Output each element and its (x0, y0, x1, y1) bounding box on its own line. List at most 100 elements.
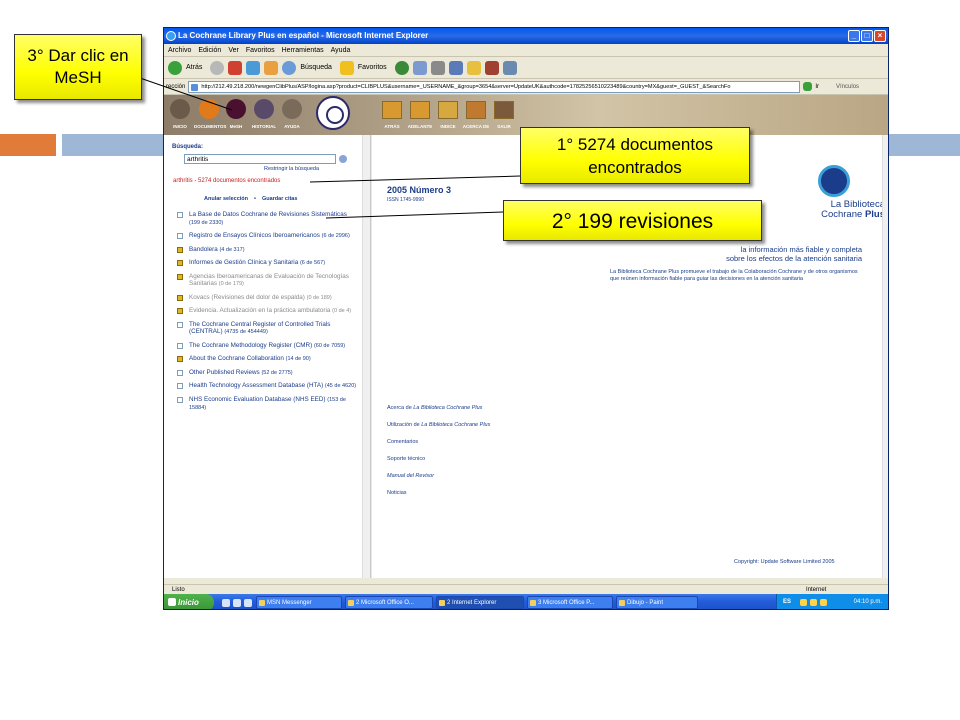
database-label[interactable]: About the Cochrane Collaboration (14 de … (189, 355, 311, 364)
home-icon[interactable] (264, 60, 279, 75)
database-name[interactable]: Informes de Gestión Clínica y Sanitaria (189, 259, 298, 266)
search-input[interactable]: arthritis (184, 154, 336, 164)
database-item[interactable]: Agencias Iberoamericanas de Evaluación d… (177, 273, 357, 289)
support-link[interactable]: Soporte técnico (387, 456, 490, 462)
comments-link[interactable]: Comentarios (387, 439, 490, 445)
nav-adelante-icon[interactable] (410, 101, 430, 119)
database-label[interactable]: Informes de Gestión Clínica y Sanitaria … (189, 259, 325, 268)
about-link-prefix[interactable]: Acerca de (387, 405, 413, 411)
nav-documentos-icon[interactable] (199, 99, 219, 119)
nav-inicio-icon[interactable] (170, 99, 190, 119)
nav-label-mesh[interactable]: MeSH (221, 124, 251, 129)
database-name[interactable]: Kovacs (Revisiones del dolor de espalda) (189, 294, 305, 301)
database-item[interactable]: Registro de Ensayos Clínicos Iberoameric… (177, 232, 357, 241)
database-name[interactable]: About the Cochrane Collaboration (189, 355, 284, 362)
database-item[interactable]: The Cochrane Methodology Register (CMR) … (177, 342, 357, 351)
database-name[interactable]: The Cochrane Methodology Register (CMR) (189, 342, 312, 349)
task-office-outlook[interactable]: 2 Microsoft Office O... (345, 596, 433, 609)
usage-link-italic[interactable]: La Biblioteca Cochrane Plus (421, 422, 490, 428)
tray-icon[interactable] (800, 599, 808, 606)
edit-icon[interactable] (448, 60, 463, 75)
search-icon[interactable] (282, 60, 297, 75)
stop-icon[interactable] (228, 60, 243, 75)
database-label[interactable]: NHS Economic Evaluation Database (NHS EE… (189, 396, 357, 413)
task-paint[interactable]: Dibujo - Paint (616, 596, 698, 609)
checkbox[interactable] (177, 383, 183, 389)
nav-acerca-icon[interactable] (466, 101, 486, 119)
database-label[interactable]: Bandolera (4 de 317) (189, 246, 245, 255)
news-link[interactable]: Noticias (387, 490, 490, 496)
tray-icon[interactable] (810, 599, 818, 606)
quick-launch-icon[interactable] (244, 598, 252, 607)
favorites-star-icon[interactable] (339, 60, 354, 75)
database-label[interactable]: The Cochrane Central Register of Control… (189, 321, 357, 337)
research-icon[interactable] (484, 60, 499, 75)
database-name[interactable]: La Base de Datos Cochrane de Revisiones … (189, 211, 347, 218)
refresh-icon[interactable] (246, 60, 261, 75)
database-item[interactable]: Kovacs (Revisiones del dolor de espalda)… (177, 294, 357, 303)
database-item[interactable]: Health Technology Assessment Database (H… (177, 382, 357, 391)
database-name[interactable]: Health Technology Assessment Database (H… (189, 382, 323, 389)
menu-archivo[interactable]: Archivo (168, 44, 191, 56)
database-item[interactable]: The Cochrane Central Register of Control… (177, 321, 357, 337)
database-label[interactable]: Other Published Reviews (52 de 2775) (189, 369, 293, 378)
database-item[interactable]: Informes de Gestión Clínica y Sanitaria … (177, 259, 357, 268)
go-button[interactable]: Ir (815, 84, 819, 90)
nav-label-ayuda[interactable]: AYUDA (277, 124, 307, 129)
nav-indice-icon[interactable] (438, 101, 458, 119)
nav-mesh-icon[interactable] (226, 99, 246, 119)
database-name[interactable]: Agencias Iberoamericanas de Evaluación d… (189, 273, 349, 288)
nav-label-adelante[interactable]: ADELANTE (405, 124, 435, 129)
back-arrow-icon[interactable] (168, 60, 182, 75)
database-label[interactable]: Evidencia. Actualización en la práctica … (189, 307, 351, 316)
save-citations-link[interactable]: Guardar citas (262, 196, 297, 202)
menu-favoritos[interactable]: Favoritos (246, 44, 275, 56)
database-label[interactable]: Registro de Ensayos Clínicos Iberoameric… (189, 232, 350, 241)
usage-link[interactable]: Utilización de La Biblioteca Cochrane Pl… (387, 422, 490, 428)
nav-label-historial[interactable]: HISTORIAL (249, 124, 279, 129)
favorites-label[interactable]: Favoritos (358, 64, 387, 71)
nav-ayuda-icon[interactable] (282, 99, 302, 119)
checkbox[interactable] (177, 396, 183, 403)
clear-selection-link[interactable]: Anular selección (204, 196, 248, 202)
manual-link-text[interactable]: Manual del Revisor (387, 473, 434, 479)
menu-ayuda[interactable]: Ayuda (331, 44, 351, 56)
database-item[interactable]: Bandolera (4 de 317) (177, 246, 357, 255)
task-office-powerpoint[interactable]: 3 Microsoft Office P... (527, 596, 613, 609)
task-msn[interactable]: MSN Messenger (256, 596, 342, 609)
menu-herramientas[interactable]: Herramientas (282, 44, 324, 56)
database-name[interactable]: Evidencia. Actualización en la práctica … (189, 307, 330, 314)
database-item[interactable]: Other Published Reviews (52 de 2775) (177, 369, 357, 378)
address-input[interactable]: http://212.49.218.200/newgenClibPlus/ASP… (188, 80, 801, 93)
nav-label-acerca[interactable]: ACERCA DE (461, 124, 491, 129)
right-scrollbar[interactable] (882, 135, 888, 578)
restrict-search-link[interactable]: Restringir la búsqueda (264, 166, 319, 172)
quick-launch-icon[interactable] (222, 598, 230, 607)
database-label[interactable]: La Base de Datos Cochrane de Revisiones … (189, 211, 357, 227)
checkbox[interactable] (177, 342, 183, 349)
database-item[interactable]: Evidencia. Actualización en la práctica … (177, 307, 357, 316)
search-go-icon[interactable] (339, 155, 347, 163)
tray-icon[interactable] (820, 599, 828, 606)
mail-icon[interactable] (412, 60, 427, 75)
history-icon[interactable] (394, 60, 409, 75)
left-scrollbar[interactable] (362, 135, 370, 578)
nav-label-inicio[interactable]: INICIO (165, 124, 195, 129)
start-button[interactable]: Inicio (164, 594, 214, 609)
database-label[interactable]: Health Technology Assessment Database (H… (189, 382, 356, 391)
nav-label-indice[interactable]: INDICE (433, 124, 463, 129)
nav-salir-icon[interactable] (494, 101, 514, 119)
checkbox[interactable] (177, 321, 183, 328)
task-internet-explorer[interactable]: 2 Internet Explorer (436, 596, 524, 609)
language-indicator[interactable]: ES (783, 594, 791, 609)
nav-label-documentos[interactable]: DOCUMENTOS (194, 124, 226, 129)
database-name[interactable]: Other Published Reviews (189, 369, 260, 376)
minimize-button[interactable]: _ (848, 30, 860, 42)
messenger-icon[interactable] (502, 60, 517, 75)
about-link[interactable]: Acerca de La Biblioteca Cochrane Plus (387, 405, 490, 411)
database-label[interactable]: The Cochrane Methodology Register (CMR) … (189, 342, 345, 351)
checkbox[interactable] (177, 212, 183, 218)
maximize-button[interactable]: □ (861, 30, 873, 42)
nav-atras-icon[interactable] (382, 101, 402, 119)
quick-launch-icon[interactable] (233, 598, 241, 607)
